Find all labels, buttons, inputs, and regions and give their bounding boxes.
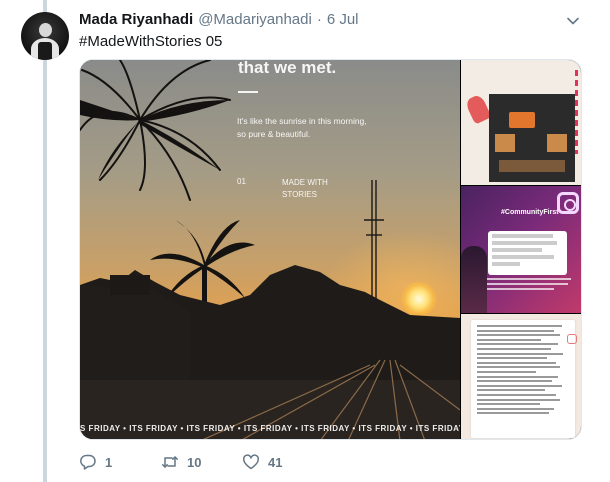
chevron-down-icon[interactable] (566, 14, 580, 28)
tweet-date[interactable]: 6 Jul (327, 11, 359, 28)
retweet-icon (161, 453, 179, 471)
message-card (488, 231, 567, 275)
like-button[interactable]: 41 (242, 453, 282, 471)
story-divider (238, 91, 258, 93)
window (499, 160, 565, 172)
instagram-icon (557, 192, 579, 214)
main-photo[interactable]: that we met. It's like the sunrise in th… (80, 60, 460, 439)
text-line (492, 248, 542, 252)
decoration-shape (464, 93, 492, 125)
retweet-count: 10 (187, 454, 202, 470)
thumbnail-hashtag: #CommunityFirst (501, 209, 559, 216)
retweet-button[interactable]: 10 (161, 453, 201, 471)
tweet-header: Mada Riyanhadi @Madariyanhadi · 6 Jul (79, 11, 359, 31)
story-ticker: S FRIDAY • ITS FRIDAY • ITS FRIDAY • ITS… (80, 424, 460, 433)
header-separator: · (316, 11, 322, 28)
tweet[interactable]: Mada Riyanhadi @Madariyanhadi · 6 Jul #M… (0, 0, 610, 482)
avatar-head (39, 23, 52, 37)
window (495, 134, 515, 152)
thumbnail-2[interactable]: #CommunityFirst (461, 186, 581, 313)
text-line (492, 255, 555, 259)
window (547, 134, 567, 152)
story-number: 01 (237, 177, 246, 186)
author-name[interactable]: Mada Riyanhadi (79, 11, 193, 28)
avatar[interactable] (21, 12, 69, 60)
reply-count: 1 (105, 454, 113, 470)
story-made-with: MADE WITH STORIES (282, 178, 328, 199)
like-count: 41 (268, 454, 283, 470)
reply-icon (79, 453, 97, 471)
caption-lines (487, 278, 571, 290)
heart-icon (242, 453, 260, 471)
text-line (492, 241, 558, 245)
instagram-icon (567, 334, 577, 344)
text-line (492, 262, 521, 266)
thumbnail-3[interactable] (461, 314, 581, 439)
text-line (492, 234, 554, 238)
storefront-image (489, 94, 575, 182)
tweet-actions: 1 10 41 (79, 453, 309, 473)
avatar-shirt (38, 42, 52, 60)
story-headline: that we met. (238, 60, 337, 77)
story-body: It's like the sunrise in this morning, s… (237, 116, 367, 139)
author-handle[interactable]: @Madariyanhadi (198, 11, 312, 28)
reply-button[interactable]: 1 (79, 453, 112, 471)
person-silhouette (461, 246, 487, 313)
document-image (471, 320, 575, 438)
thumbnail-1[interactable] (461, 60, 581, 185)
dashed-line (575, 70, 578, 154)
shop-sign (509, 112, 535, 128)
tweet-text: #MadeWithStories 05 (79, 33, 223, 50)
media-grid: that we met. It's like the sunrise in th… (79, 59, 582, 440)
